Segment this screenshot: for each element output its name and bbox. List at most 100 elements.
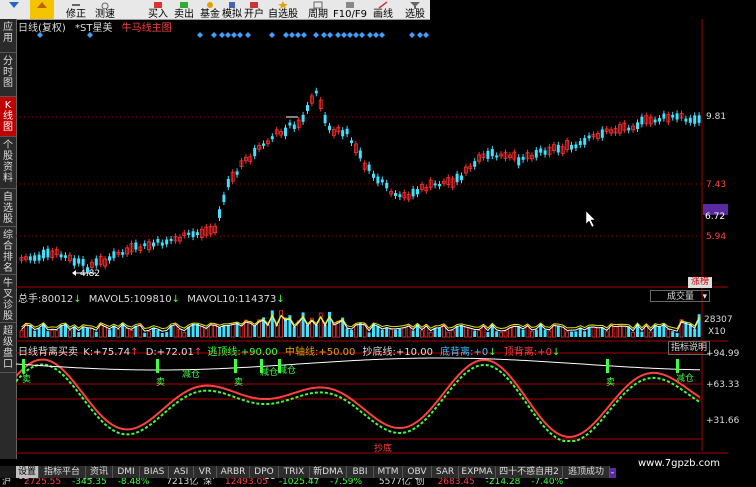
tab-indicator-platform[interactable]: 指标平台 <box>39 466 86 478</box>
volume-bar <box>156 330 160 337</box>
tab-sar[interactable]: SAR <box>432 466 459 478</box>
cut-mark: 减仓 <box>182 370 201 380</box>
open-account-button[interactable]: 开户 <box>240 0 268 20</box>
sidebar-item-ranking[interactable]: 综合排名 <box>0 227 16 275</box>
tab-settings[interactable]: 设置 <box>16 466 39 478</box>
wrench-icon <box>72 4 80 6</box>
f10-button[interactable]: F10/F9 <box>332 0 368 20</box>
tab-news[interactable]: 资讯 <box>86 466 113 478</box>
volume-bar <box>230 323 235 338</box>
candle-body <box>372 173 375 178</box>
signal-diamond <box>301 32 307 38</box>
tab-vr[interactable]: VR <box>194 466 217 478</box>
repair-button[interactable]: 修正 <box>62 0 90 20</box>
candle-body <box>534 149 538 158</box>
volume-bar <box>165 331 169 337</box>
volume-bar <box>560 326 565 338</box>
chart-canvas <box>16 19 728 454</box>
sidebar-item-watchlist[interactable]: 自选股 <box>0 189 16 227</box>
sidebar-item-label: 超级盘口 <box>3 326 13 370</box>
current-price: 6.72 <box>705 212 726 222</box>
mouse-cursor-icon <box>585 210 596 228</box>
candle-body <box>394 192 397 197</box>
tab-mtm[interactable]: MTM <box>374 466 403 478</box>
candle-body <box>292 124 296 129</box>
volume-bar <box>622 325 627 338</box>
tab-asi[interactable]: ASI <box>169 466 194 478</box>
signal-diamond <box>321 32 327 38</box>
chevron-down-icon: ▾ <box>702 292 707 302</box>
osc-name: 日线背离买卖 <box>18 347 78 358</box>
account-icon <box>250 2 258 8</box>
candle-body <box>697 115 701 123</box>
volume-indicator-select[interactable]: 成交量 ▾ <box>650 290 710 302</box>
volume-bar <box>134 326 138 337</box>
tab-custom-2[interactable]: 逃顶成功 <box>563 466 610 478</box>
sell-button[interactable]: 卖出 <box>170 0 198 20</box>
sidebar-item-super-quote[interactable]: 超级盘口 <box>0 323 16 373</box>
volume-bar <box>19 330 24 338</box>
stock-picker-button[interactable]: 选股 <box>400 0 430 20</box>
candle-body <box>658 118 661 122</box>
volume-bar <box>199 325 204 338</box>
sidebar-item-apps[interactable]: 应用 <box>0 19 16 53</box>
volume-bar <box>108 329 111 337</box>
tab-trix[interactable]: TRIX <box>279 466 310 478</box>
volume-bar <box>323 325 327 337</box>
ticker-item: 沪 <box>2 478 12 487</box>
buy-button[interactable]: 买入 <box>144 0 172 20</box>
volume-bar <box>94 331 98 337</box>
sidebar-item-stock-profile[interactable]: 个股资料 <box>0 137 16 189</box>
tab-bias[interactable]: BIAS <box>140 466 169 478</box>
candle-body <box>253 147 257 157</box>
tab-bbi[interactable]: BBI <box>347 466 374 478</box>
sidebar: 应用 分时图 K线图 个股资料 自选股 综合排名 牛叉诊股 超级盘口 <box>0 19 17 459</box>
tab-dmi[interactable]: DMI <box>113 466 140 478</box>
tab-expma[interactable]: EXPMA <box>459 466 496 478</box>
cut-mark: 减仓 <box>278 366 297 376</box>
tab-obv[interactable]: OBV <box>403 466 432 478</box>
toolbar-button-down[interactable] <box>2 0 26 19</box>
candle-body <box>121 252 125 255</box>
volume-bar <box>196 324 199 337</box>
candle-body <box>640 116 644 125</box>
signal-diamond <box>237 32 243 38</box>
volume-bar <box>380 329 384 337</box>
speedtest-button[interactable]: 测速 <box>90 0 120 20</box>
sidebar-item-diagnosis[interactable]: 牛叉诊股 <box>0 275 16 323</box>
candle-body <box>350 140 353 144</box>
bottom-mark: 抄底 <box>374 444 393 454</box>
sidebar-item-intraday[interactable]: 分时图 <box>0 53 16 97</box>
osc-bottom-div-label: 底背离: <box>440 347 474 358</box>
ticker-item: -214.28 <box>485 478 521 487</box>
candle-body <box>636 122 639 130</box>
watchlist-button[interactable]: 自选股 <box>266 0 300 20</box>
volume-bar <box>68 330 72 338</box>
candle-body <box>688 117 692 123</box>
tab-arbr[interactable]: ARBR <box>217 466 250 478</box>
tab-new-dma[interactable]: 新DMA <box>310 466 347 478</box>
period-button[interactable]: 周期 <box>304 0 332 20</box>
toolbar-button-up[interactable] <box>30 0 54 19</box>
volume-bar <box>574 331 578 337</box>
low-marker-arrow <box>72 270 76 276</box>
candle-body <box>270 136 274 140</box>
volume-bar <box>521 329 525 337</box>
indicator-help-button[interactable]: 指标说明 <box>668 341 710 355</box>
signal-diamond <box>353 32 359 38</box>
volume-bar <box>596 327 600 338</box>
volume-bar <box>530 330 534 338</box>
candle-body <box>59 254 63 258</box>
ranking-badge[interactable]: 涨榜 <box>688 277 712 288</box>
draw-line-button[interactable]: 画线 <box>368 0 398 20</box>
volume-bar <box>129 329 134 338</box>
toolbar: 修正 测速 买入 卖出 基金 模拟 开户 自选股 周期 F10/F9 画线 选股 <box>0 0 430 20</box>
signal-diamond <box>327 32 333 38</box>
signal-diamond <box>347 32 353 38</box>
tab-dpo[interactable]: DPO <box>250 466 279 478</box>
sidebar-item-kline[interactable]: K线图 <box>0 97 16 137</box>
candle-body <box>600 129 604 138</box>
tab-custom-1[interactable]: 四十不惑自用2 <box>496 466 563 478</box>
volume-bar <box>477 330 482 338</box>
sell-mark: 卖 <box>606 378 616 388</box>
